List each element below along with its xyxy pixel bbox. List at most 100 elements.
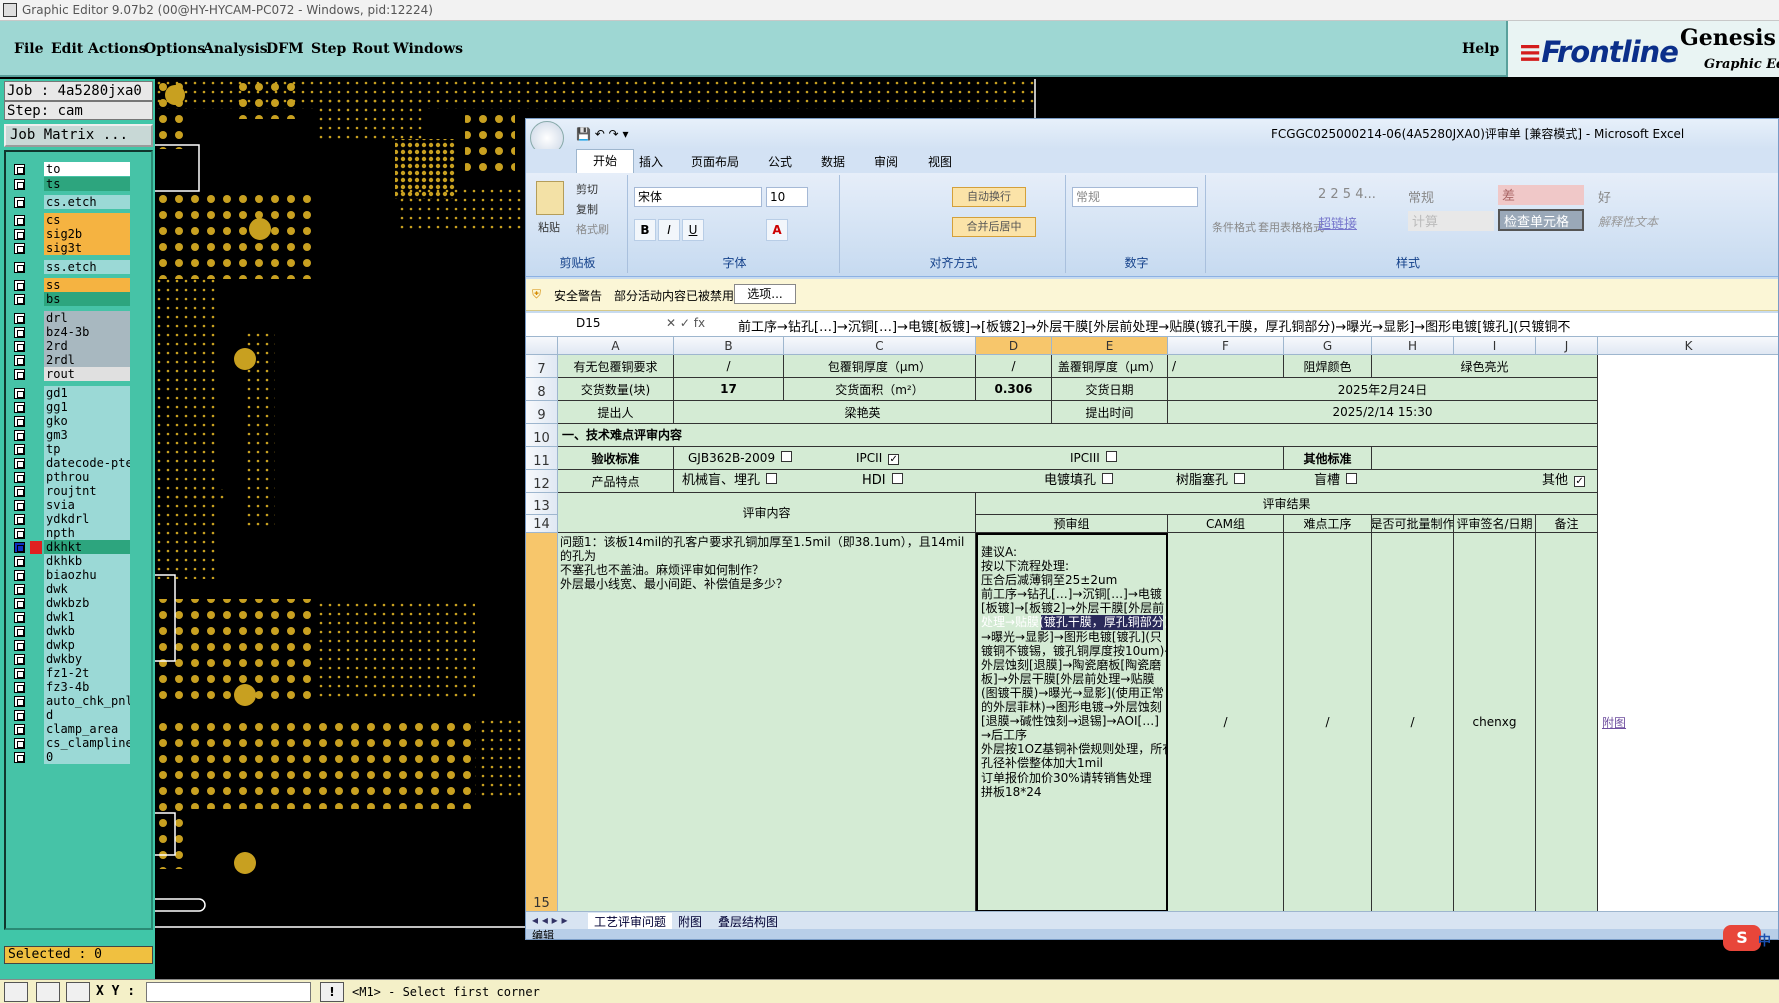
- job-matrix-button[interactable]: Job Matrix ...: [4, 124, 153, 147]
- style-explain[interactable]: 解释性文本: [1598, 213, 1658, 230]
- layer-row[interactable]: biaozhu: [8, 568, 150, 583]
- style-calc[interactable]: 计算: [1408, 211, 1494, 231]
- feature-checkbox[interactable]: [1102, 473, 1114, 484]
- name-box[interactable]: D15: [530, 316, 658, 334]
- ime-indicator[interactable]: 中: [1758, 930, 1771, 949]
- column-header[interactable]: H: [1372, 337, 1454, 355]
- style-good[interactable]: 好: [1598, 187, 1611, 206]
- cell[interactable]: /: [976, 355, 1052, 378]
- layer-name[interactable]: drl: [44, 311, 130, 325]
- layer-checkbox[interactable]: [14, 430, 25, 441]
- cell[interactable]: 机械盲、埋孔 HDI 电镀填孔 树脂塞孔 盲槽 其他 ✓: [674, 470, 1598, 493]
- quick-access-icons[interactable]: 💾 ↶ ↷ ▾: [576, 119, 629, 149]
- cell[interactable]: 评审内容: [558, 493, 976, 533]
- cell[interactable]: /: [1168, 355, 1284, 378]
- layer-name[interactable]: sig2b: [44, 227, 130, 241]
- cell[interactable]: 附图: [1598, 533, 1778, 911]
- measure-icon[interactable]: [36, 982, 60, 1002]
- feature-option[interactable]: HDI: [862, 470, 903, 492]
- layer-checkbox[interactable]: [14, 341, 25, 352]
- layer-checkbox[interactable]: [14, 654, 25, 665]
- layer-row[interactable]: fz3-4b: [8, 680, 150, 695]
- security-options-button[interactable]: 选项...: [734, 284, 796, 304]
- std-ipciii[interactable]: IPCIII: [1070, 447, 1117, 469]
- cell[interactable]: chenxg: [1454, 533, 1536, 911]
- layer-checkbox[interactable]: [14, 313, 25, 324]
- feature-option[interactable]: 其他 ✓: [1542, 470, 1586, 492]
- layer-row[interactable]: pthrou: [8, 470, 150, 485]
- layer-row[interactable]: gg1: [8, 400, 150, 415]
- layer-row[interactable]: cs: [8, 213, 150, 228]
- menu-windows[interactable]: Windows: [393, 41, 463, 57]
- tab-insert[interactable]: 插入: [639, 153, 663, 170]
- row-header[interactable]: 11: [526, 447, 558, 470]
- column-header[interactable]: B: [674, 337, 784, 355]
- std-gjb-checkbox[interactable]: [781, 451, 793, 462]
- column-header[interactable]: F: [1168, 337, 1284, 355]
- column-header[interactable]: J: [1536, 337, 1598, 355]
- layer-row[interactable]: dwk1: [8, 610, 150, 625]
- layer-checkbox[interactable]: [14, 215, 25, 226]
- layer-checkbox[interactable]: [14, 724, 25, 735]
- layer-name[interactable]: dwk1: [44, 610, 130, 624]
- layer-name[interactable]: gd1: [44, 386, 130, 400]
- layer-name[interactable]: cs_clampline: [44, 736, 130, 750]
- menu-options[interactable]: Options: [144, 41, 205, 57]
- layer-row[interactable]: dwk: [8, 582, 150, 597]
- layer-name[interactable]: dkhkb: [44, 554, 130, 568]
- cell[interactable]: /: [674, 355, 784, 378]
- style-check[interactable]: 检查单元格: [1498, 209, 1584, 231]
- cell[interactable]: [1536, 533, 1598, 911]
- layer-row[interactable]: sig2b: [8, 227, 150, 242]
- menu-step[interactable]: Step: [311, 41, 346, 57]
- layer-checkbox[interactable]: [14, 570, 25, 581]
- style-hyperlink[interactable]: 超链接: [1318, 213, 1357, 232]
- layer-name[interactable]: cs.etch: [44, 195, 130, 209]
- row-header[interactable]: 14: [526, 515, 558, 533]
- cell[interactable]: 交货数量(块): [558, 378, 674, 401]
- layer-checkbox[interactable]: [14, 444, 25, 455]
- cell[interactable]: 交货面积（m²）: [784, 378, 976, 401]
- cell[interactable]: 产品特点: [558, 470, 674, 493]
- layer-name[interactable]: dwkb: [44, 624, 130, 638]
- layer-name[interactable]: dwkp: [44, 638, 130, 652]
- layer-checkbox[interactable]: [14, 682, 25, 693]
- feature-checkbox[interactable]: [766, 473, 778, 484]
- std-ipcii-checkbox[interactable]: ✓: [888, 454, 900, 465]
- row-header[interactable]: 13: [526, 493, 558, 515]
- layer-row[interactable]: tp: [8, 442, 150, 457]
- cell[interactable]: /: [1372, 533, 1454, 911]
- layer-checkbox[interactable]: [14, 402, 25, 413]
- feature-checkbox[interactable]: [1234, 473, 1246, 484]
- layer-name[interactable]: ts: [44, 177, 130, 191]
- layer-row[interactable]: to: [8, 162, 150, 177]
- row-header[interactable]: 7: [526, 355, 558, 378]
- layer-checkbox[interactable]: [14, 668, 25, 679]
- column-header[interactable]: I: [1454, 337, 1536, 355]
- column-header[interactable]: K: [1598, 337, 1778, 355]
- tab-formulas[interactable]: 公式: [768, 153, 792, 170]
- layer-name[interactable]: bs: [44, 292, 130, 306]
- cell[interactable]: 2025/2/14 15:30: [1168, 401, 1598, 424]
- layer-name[interactable]: gm3: [44, 428, 130, 442]
- layer-row[interactable]: ss.etch: [8, 260, 150, 275]
- layer-checkbox[interactable]: [14, 355, 25, 366]
- layer-row[interactable]: 0: [8, 750, 150, 765]
- layer-row[interactable]: dwkby: [8, 652, 150, 667]
- column-header[interactable]: G: [1284, 337, 1372, 355]
- layer-name[interactable]: to: [44, 162, 130, 176]
- layer-name[interactable]: d: [44, 708, 130, 722]
- row-header[interactable]: 12: [526, 470, 558, 493]
- layer-name[interactable]: ss: [44, 278, 130, 292]
- tab-page-layout[interactable]: 页面布局: [691, 153, 739, 170]
- layer-name[interactable]: tp: [44, 442, 130, 456]
- layer-name[interactable]: 2rdl: [44, 353, 130, 367]
- worksheet-grid[interactable]: ABCDEFGHIJK78910111213141516有无包覆铜要求/包覆铜厚…: [526, 337, 1778, 911]
- layer-name[interactable]: npth: [44, 526, 130, 540]
- cell[interactable]: 是否可批量制作: [1372, 515, 1454, 533]
- layer-row[interactable]: svia: [8, 498, 150, 513]
- warning-icon[interactable]: !: [320, 982, 344, 1002]
- layer-checkbox[interactable]: [14, 626, 25, 637]
- grid-corner[interactable]: [526, 337, 558, 355]
- layer-row[interactable]: gd1: [8, 386, 150, 401]
